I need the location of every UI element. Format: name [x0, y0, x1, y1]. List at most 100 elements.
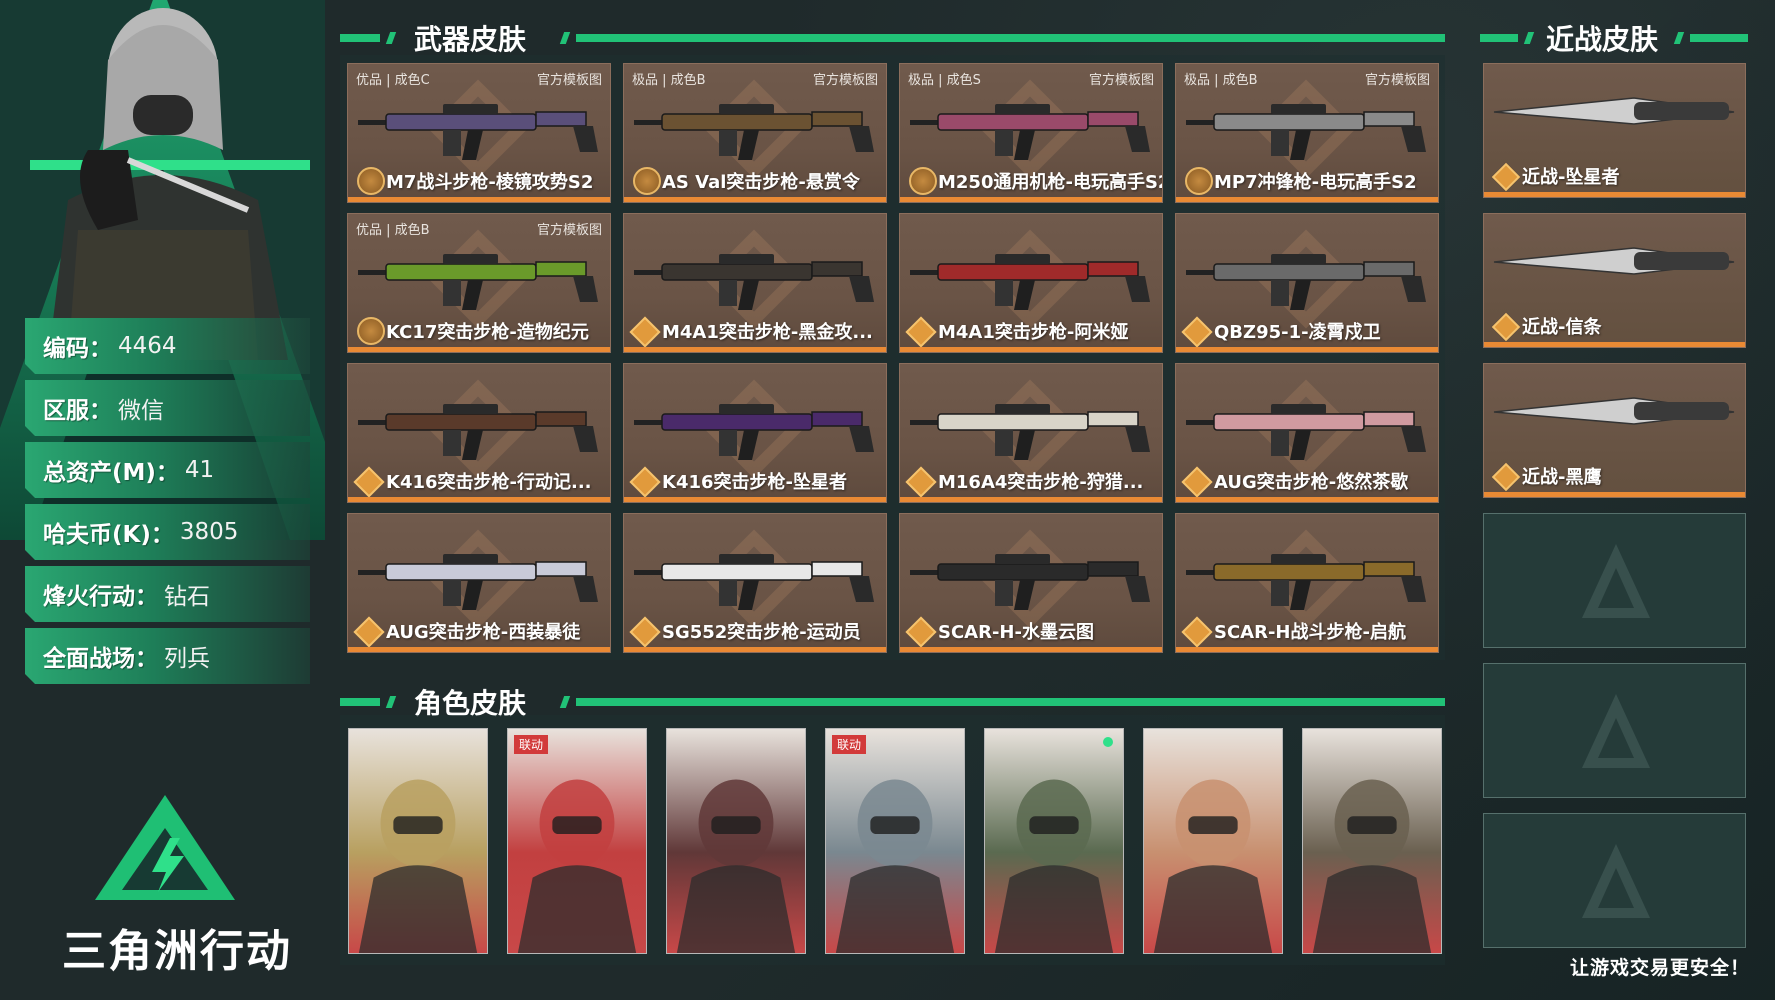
- weapon-skins-title: 武器皮肤: [414, 23, 527, 56]
- stat-value: 4464: [118, 333, 177, 359]
- melee-skin-card[interactable]: 近战-坠星者: [1483, 63, 1746, 198]
- card-accent-bar: [900, 647, 1162, 652]
- weapon-skin-card[interactable]: 极品 | 成色S 官方模板图 M250通用机枪-电玩高手S2: [899, 63, 1163, 203]
- weapon-skin-name: K416突击步枪-坠星者: [662, 472, 847, 493]
- weapon-skin-card[interactable]: 极品 | 成色B 官方模板图 AS Val突击步枪-悬赏令: [623, 63, 887, 203]
- weapon-image: [634, 404, 874, 460]
- weapon-skin-name: M16A4突击步枪-狩猎...: [938, 472, 1144, 493]
- weapon-skins-header: 武器皮肤: [340, 16, 1445, 60]
- card-accent-bar: [1176, 647, 1438, 652]
- collector-seal-icon: [633, 167, 661, 195]
- role-skin-card[interactable]: [1143, 728, 1283, 954]
- template-tag: 官方模板图: [1088, 73, 1154, 88]
- placeholder-logo-icon: [1582, 844, 1650, 918]
- stat-key: 哈夫币(K): [43, 522, 151, 548]
- template-tag: 官方模板图: [536, 73, 602, 88]
- collector-seal-icon: [1185, 167, 1213, 195]
- weapon-skin-name: KC17突击步枪-造物纪元: [386, 322, 589, 343]
- weapon-skin-card[interactable]: 优品 | 成色C 官方模板图 M7战斗步枪-棱镜攻势S2: [347, 63, 611, 203]
- weapon-skin-card[interactable]: 极品 | 成色B 官方模板图 MP7冲锋枪-电玩高手S2: [1175, 63, 1439, 203]
- role-skin-card[interactable]: [984, 728, 1124, 954]
- weapon-skin-card[interactable]: SCAR-H-水墨云图: [899, 513, 1163, 653]
- stat-row-assets: 总资产(M) ： 41: [25, 442, 310, 498]
- role-skin-card[interactable]: [1302, 728, 1442, 954]
- role-skin-card[interactable]: [666, 728, 806, 954]
- role-skin-card[interactable]: 联动: [825, 728, 965, 954]
- weapon-image: [1186, 254, 1426, 310]
- weapon-skin-name: SCAR-H战斗步枪-启航: [1214, 622, 1406, 643]
- profile-panel: 编码 ： 4464 区服 ： 微信 总资产(M) ： 41 哈夫币(K) ： 3…: [0, 0, 325, 1000]
- melee-skins-header: 近战皮肤: [1480, 16, 1748, 60]
- weapon-skin-name: M4A1突击步枪-黑金攻...: [662, 322, 873, 343]
- role-portrait: [667, 729, 805, 953]
- character-portrait: [48, 8, 288, 360]
- stat-key: 全面战场: [43, 646, 135, 672]
- slogan-text: 让游戏交易更安全！: [1569, 957, 1750, 979]
- card-accent-bar: [348, 647, 610, 652]
- weapon-skin-name: AS Val突击步枪-悬赏令: [662, 172, 860, 193]
- weapon-skin-name: QBZ95-1-凌霄戍卫: [1214, 322, 1381, 343]
- stat-separator: ：: [135, 646, 158, 672]
- melee-skin-card[interactable]: 近战-黑鹰: [1483, 363, 1746, 498]
- weapon-image: [910, 554, 1150, 610]
- stat-separator: ：: [150, 522, 174, 548]
- weapon-image: [634, 254, 874, 310]
- stat-value: 微信: [118, 398, 164, 424]
- collector-seal-icon: [357, 317, 385, 345]
- card-accent-bar: [900, 347, 1162, 352]
- weapon-skin-name: MP7冲锋枪-电玩高手S2: [1214, 172, 1417, 193]
- role-portrait: [1303, 729, 1441, 953]
- weapon-skin-card[interactable]: 优品 | 成色B 官方模板图 KC17突击步枪-造物纪元: [347, 213, 611, 353]
- card-accent-bar: [1176, 197, 1438, 202]
- weapon-skin-card[interactable]: AUG突击步枪-西装暴徒: [347, 513, 611, 653]
- melee-empty-slot: [1483, 813, 1746, 948]
- weapon-skin-card[interactable]: SG552突击步枪-运动员: [623, 513, 887, 653]
- template-tag: 官方模板图: [1364, 73, 1430, 88]
- weapon-skin-card[interactable]: M16A4突击步枪-狩猎...: [899, 363, 1163, 503]
- role-skin-card[interactable]: 联动: [507, 728, 647, 954]
- weapon-skin-card[interactable]: K416突击步枪-行动记...: [347, 363, 611, 503]
- weapon-skin-name: K416突击步枪-行动记...: [386, 472, 592, 493]
- stat-key: 烽火行动: [43, 584, 135, 610]
- weapon-skin-name: M7战斗步枪-棱镜攻势S2: [386, 172, 594, 193]
- game-logo-text: 三角洲行动: [62, 926, 292, 977]
- melee-skin-card[interactable]: 近战-信条: [1483, 213, 1746, 348]
- stat-key: 总资产(M): [43, 460, 156, 486]
- weapon-image: [358, 404, 598, 460]
- card-accent-bar: [1484, 492, 1745, 497]
- melee-skin-name: 近战-黑鹰: [1522, 467, 1602, 488]
- collector-seal-icon: [909, 167, 937, 195]
- card-accent-bar: [900, 497, 1162, 502]
- stat-separator: ：: [155, 460, 179, 486]
- stat-row-operation-rank: 烽火行动 ： 钻石: [25, 566, 310, 622]
- weapon-image: [910, 104, 1150, 160]
- stat-value: 列兵: [164, 646, 210, 672]
- card-accent-bar: [1484, 342, 1745, 347]
- weapon-image: [910, 254, 1150, 310]
- quality-tag: 极品 | 成色S: [908, 73, 981, 88]
- weapon-image: [358, 104, 598, 160]
- role-skin-card[interactable]: [348, 728, 488, 954]
- weapon-skin-name: AUG突击步枪-悠然茶歇: [1214, 472, 1409, 493]
- weapon-skin-card[interactable]: M4A1突击步枪-阿米娅: [899, 213, 1163, 353]
- weapon-skin-card[interactable]: AUG突击步枪-悠然茶歇: [1175, 363, 1439, 503]
- weapon-skin-card[interactable]: QBZ95-1-凌霄戍卫: [1175, 213, 1439, 353]
- melee-skins-title: 近战皮肤: [1546, 23, 1659, 56]
- weapon-skin-name: M250通用机枪-电玩高手S2: [938, 172, 1163, 193]
- melee-skin-name: 近战-信条: [1522, 317, 1602, 338]
- weapon-image: [634, 554, 874, 610]
- melee-skin-name: 近战-坠星者: [1522, 167, 1620, 188]
- placeholder-logo-icon: [1582, 544, 1650, 618]
- weapon-skin-card[interactable]: SCAR-H战斗步枪-启航: [1175, 513, 1439, 653]
- stat-value: 钻石: [164, 584, 210, 610]
- weapon-image: [1186, 554, 1426, 610]
- status-dot-icon: [1103, 737, 1113, 747]
- stat-separator: ：: [89, 336, 112, 362]
- quality-tag: 优品 | 成色B: [356, 223, 430, 238]
- weapon-skin-card[interactable]: K416突击步枪-坠星者: [623, 363, 887, 503]
- card-accent-bar: [348, 347, 610, 352]
- weapon-skin-card[interactable]: M4A1突击步枪-黑金攻...: [623, 213, 887, 353]
- weapon-skin-name: M4A1突击步枪-阿米娅: [938, 322, 1129, 343]
- weapon-image: [1186, 104, 1426, 160]
- weapon-skin-name: SCAR-H-水墨云图: [938, 622, 1094, 643]
